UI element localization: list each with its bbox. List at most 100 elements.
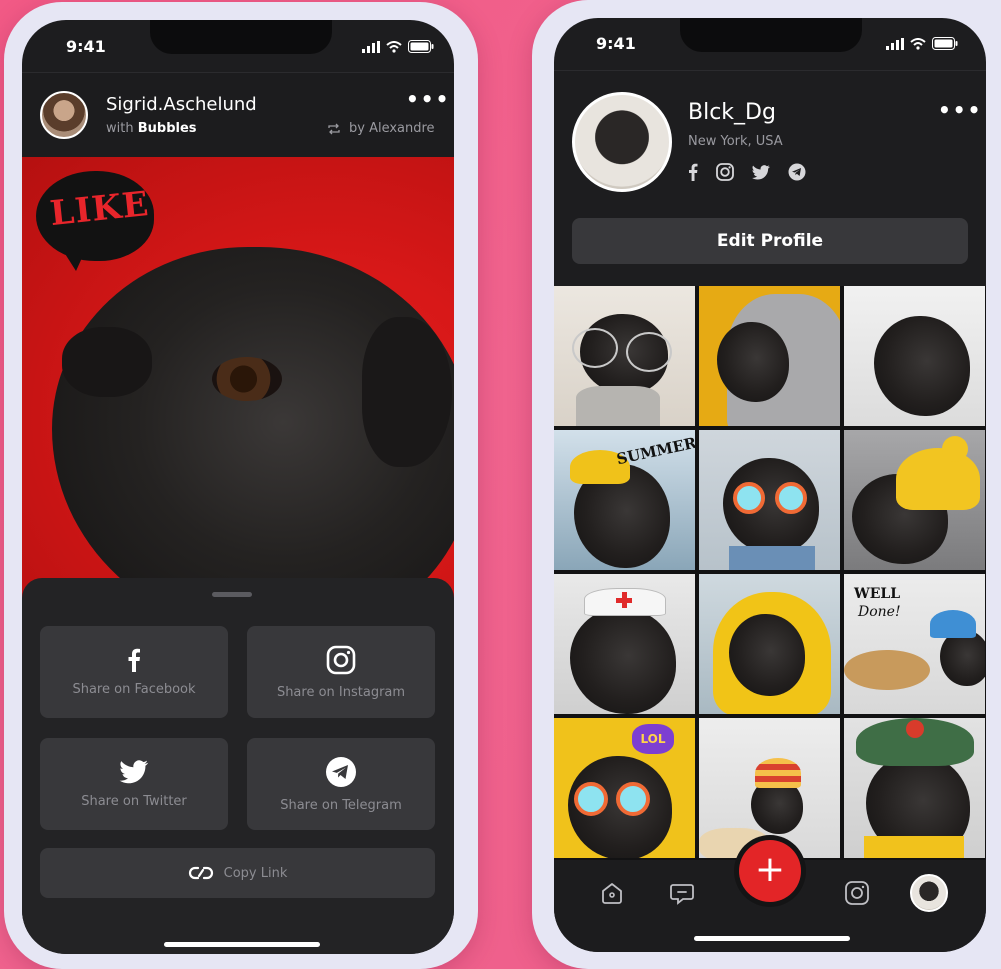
- signal-icon: [362, 40, 380, 53]
- status-icons: [886, 37, 958, 50]
- social-links: [688, 163, 806, 181]
- with-prefix: with: [106, 121, 134, 136]
- grid-photo[interactable]: WELL Done!: [844, 574, 985, 714]
- instagram-icon[interactable]: [716, 163, 734, 181]
- pie: [844, 650, 930, 690]
- signal-icon: [886, 37, 904, 50]
- avatar[interactable]: [40, 91, 88, 139]
- grid-photo[interactable]: [844, 286, 985, 426]
- post-screen: 9:41 Sigrid.Aschelund with Bubbles ••• b…: [22, 20, 454, 954]
- grid-photo[interactable]: [699, 574, 840, 714]
- beanie-pompom: [942, 436, 968, 462]
- like-bubble-tail: [62, 249, 86, 271]
- post-photo[interactable]: LIKE: [22, 157, 454, 627]
- add-icon: +: [754, 848, 786, 890]
- yellow-beanie: [896, 448, 980, 510]
- profile-name: Blck_Dg: [688, 100, 776, 125]
- divider: [554, 70, 986, 71]
- blue-cap: [930, 610, 976, 638]
- share-label: Share on Telegram: [280, 797, 402, 813]
- pug: [729, 614, 805, 696]
- more-icon[interactable]: •••: [938, 98, 982, 122]
- home-icon[interactable]: [599, 880, 625, 906]
- battery-icon: [408, 40, 434, 53]
- pug: [717, 322, 789, 402]
- post-user-name[interactable]: Sigrid.Aschelund: [106, 94, 257, 115]
- link-icon: [188, 866, 213, 880]
- status-icons: [362, 40, 434, 53]
- share-telegram-button[interactable]: Share on Telegram: [247, 738, 435, 830]
- cap-star: [906, 720, 924, 738]
- share-label: Share on Facebook: [72, 681, 196, 697]
- twitter-icon[interactable]: [752, 164, 770, 180]
- repost-info: by Alexandre: [327, 121, 435, 136]
- share-label: Share on Instagram: [276, 684, 406, 700]
- profile-screen: 9:41 Blck_Dg New York, USA ••• Edit Prof…: [554, 18, 986, 952]
- edit-profile-button[interactable]: Edit Profile: [572, 218, 968, 264]
- pug: [940, 630, 985, 686]
- grid-photo[interactable]: [699, 286, 840, 426]
- more-icon[interactable]: •••: [406, 87, 450, 111]
- glasses: [626, 332, 672, 372]
- telegram-icon[interactable]: [788, 163, 806, 181]
- post-header: Sigrid.Aschelund with Bubbles ••• by Ale…: [22, 72, 454, 157]
- grid-photo[interactable]: SUMMER: [554, 430, 695, 570]
- battery-icon: [932, 37, 958, 50]
- sunglasses: [616, 782, 650, 816]
- well-done-sticker-line2: Done!: [858, 604, 901, 620]
- well-done-sticker-line1: WELL: [854, 586, 901, 602]
- photo-grid: SUMMER WELL Done! LOL: [554, 286, 986, 860]
- grid-photo[interactable]: [554, 574, 695, 714]
- add-post-button[interactable]: +: [739, 840, 801, 902]
- glasses: [572, 328, 618, 368]
- telegram-icon: [326, 756, 356, 787]
- sweater: [576, 386, 660, 426]
- facebook-icon: [128, 648, 140, 672]
- red-cross: [616, 592, 632, 608]
- wifi-icon: [386, 40, 402, 53]
- lol-sticker: LOL: [632, 724, 674, 754]
- with-name[interactable]: Bubbles: [138, 121, 197, 136]
- wifi-icon: [910, 37, 926, 50]
- with-text: with Bubbles: [106, 121, 197, 136]
- pug: [570, 608, 676, 714]
- share-instagram-button[interactable]: Share on Instagram: [247, 626, 435, 718]
- home-indicator: [164, 942, 320, 947]
- profile-location: New York, USA: [688, 134, 783, 149]
- copy-link-label: Copy Link: [223, 865, 288, 881]
- messages-icon[interactable]: [669, 880, 695, 906]
- pug: [874, 316, 970, 416]
- grid-photo[interactable]: LOL: [554, 718, 695, 858]
- grid-photo[interactable]: [844, 430, 985, 570]
- copy-link-button[interactable]: Copy Link: [40, 848, 435, 898]
- status-time: 9:41: [66, 37, 106, 56]
- twitter-icon: [119, 759, 149, 783]
- yellow-shirt: [864, 836, 964, 858]
- share-facebook-button[interactable]: Share on Facebook: [40, 626, 228, 718]
- grid-photo[interactable]: [699, 718, 840, 858]
- facebook-icon[interactable]: [688, 163, 698, 181]
- pug-eye: [212, 357, 282, 401]
- notch: [150, 20, 332, 54]
- sunglasses: [574, 782, 608, 816]
- share-label: Share on Twitter: [81, 793, 187, 809]
- repost-icon: [328, 123, 340, 134]
- share-twitter-button[interactable]: Share on Twitter: [40, 738, 228, 830]
- home-indicator: [694, 936, 850, 941]
- sheet-grabber[interactable]: [212, 592, 252, 597]
- tab-profile-avatar[interactable]: [910, 874, 948, 912]
- instagram-icon: [326, 645, 356, 674]
- grid-photo[interactable]: [554, 286, 695, 426]
- repost-by: by Alexandre: [349, 121, 435, 136]
- pug-ear: [362, 317, 452, 467]
- profile-avatar[interactable]: [572, 92, 672, 192]
- party-hat: [755, 758, 801, 788]
- grid-photo[interactable]: [844, 718, 985, 858]
- grid-photo[interactable]: [699, 430, 840, 570]
- notch: [680, 18, 862, 52]
- pug-nose: [62, 327, 152, 397]
- instagram-icon[interactable]: [844, 880, 870, 906]
- share-sheet: Share on Facebook Share on Instagram Sha…: [22, 578, 454, 954]
- status-time: 9:41: [596, 34, 636, 53]
- sunglasses: [733, 482, 765, 514]
